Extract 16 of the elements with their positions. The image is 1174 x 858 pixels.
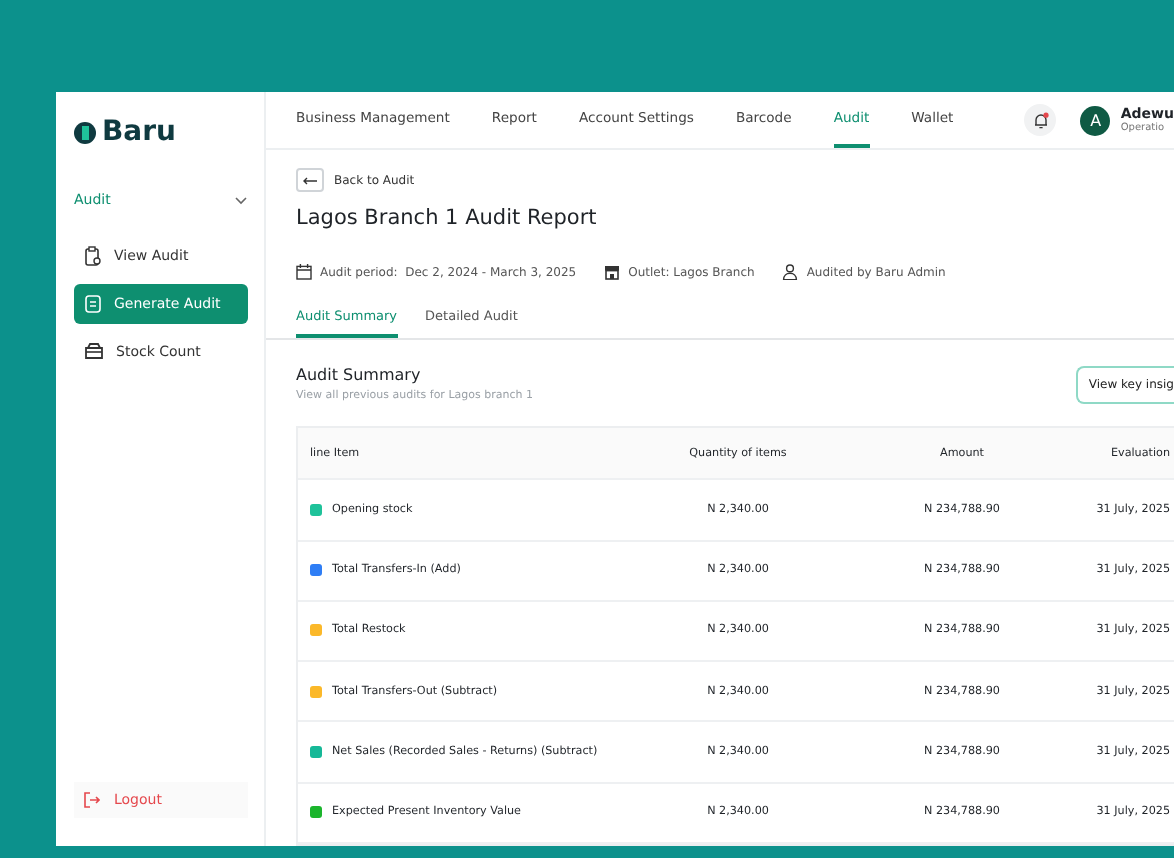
page-title: Lagos Branch 1 Audit Report	[296, 206, 599, 231]
back-button[interactable]	[296, 168, 324, 193]
notification-button[interactable]	[1024, 104, 1057, 137]
box-icon	[84, 342, 104, 360]
person-icon	[782, 264, 799, 281]
document-icon	[84, 294, 102, 314]
calendar-icon	[296, 264, 312, 281]
arrow-left-icon	[302, 175, 318, 186]
logout-icon	[84, 792, 100, 808]
user-avatar[interactable]: A	[1080, 105, 1111, 136]
clipboard-icon	[84, 246, 102, 266]
logo-icon	[74, 121, 96, 143]
logo-text: Baru	[102, 116, 176, 148]
store-icon	[604, 264, 621, 281]
chevron-icon[interactable]	[234, 195, 248, 205]
section-title: Audit Summary	[296, 366, 423, 385]
